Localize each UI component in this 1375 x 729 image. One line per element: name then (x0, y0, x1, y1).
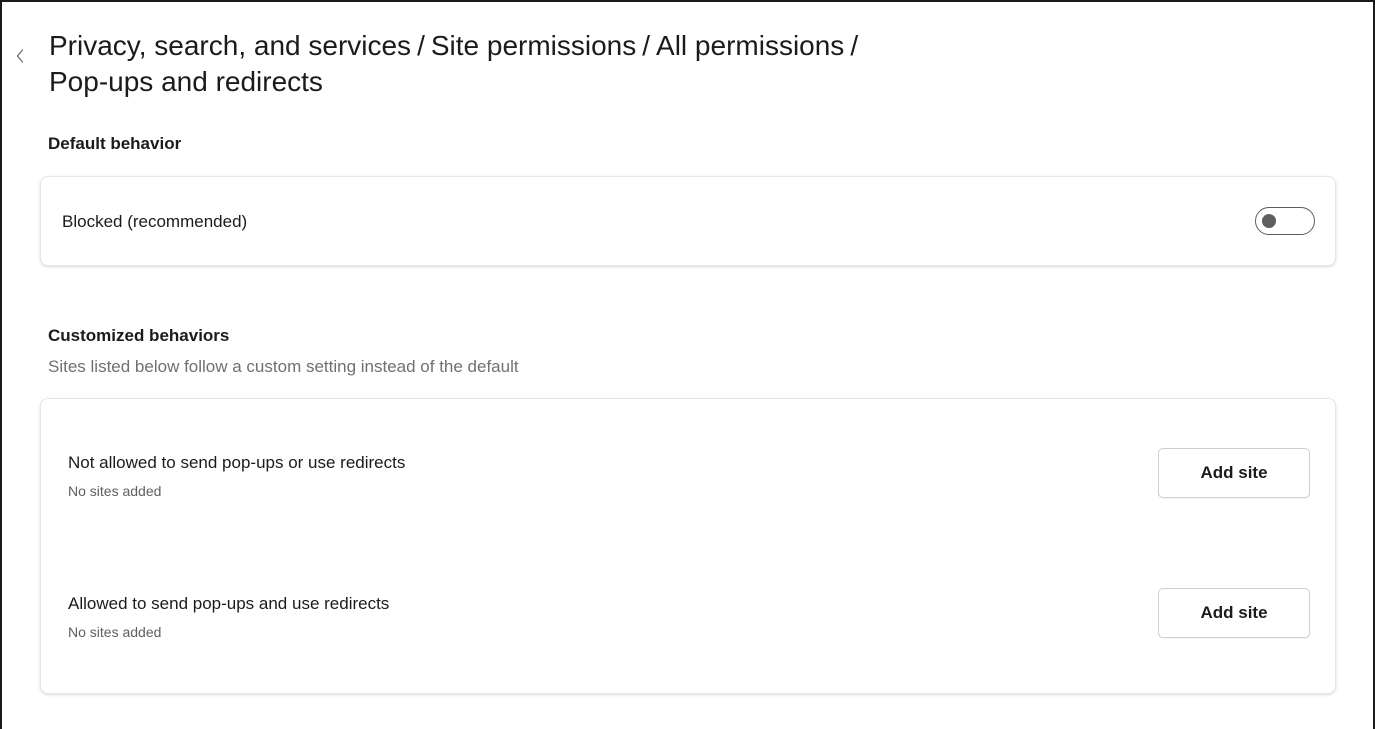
not-allowed-row: Not allowed to send pop-ups or use redir… (41, 453, 1335, 533)
default-behavior-heading: Default behavior (48, 134, 182, 153)
allowed-status: No sites added (68, 624, 162, 640)
page-title: Pop-ups and redirects (49, 66, 323, 97)
breadcrumb-all-permissions[interactable]: All permissions (656, 30, 844, 61)
breadcrumb-separator: / (417, 30, 425, 61)
add-site-not-allowed-button[interactable]: Add site (1158, 448, 1310, 498)
chevron-left-icon (16, 49, 24, 63)
breadcrumb-privacy-search-services[interactable]: Privacy, search, and services (49, 30, 411, 61)
breadcrumb: Privacy, search, and services / Site permi… (49, 28, 1049, 100)
customized-behaviors-description: Sites listed below follow a custom setti… (48, 357, 519, 376)
breadcrumb-site-permissions[interactable]: Site permissions (431, 30, 636, 61)
back-button[interactable] (10, 44, 30, 68)
allowed-row: Allowed to send pop-ups and use redirect… (41, 594, 1335, 674)
breadcrumb-separator: / (850, 30, 859, 61)
breadcrumb-separator: / (642, 30, 651, 61)
blocked-recommended-toggle[interactable] (1255, 207, 1315, 235)
add-site-allowed-button[interactable]: Add site (1158, 588, 1310, 638)
default-behavior-card: Blocked (recommended) (40, 176, 1336, 266)
customized-behaviors-card: Not allowed to send pop-ups or use redir… (40, 398, 1336, 694)
blocked-recommended-label: Blocked (recommended) (62, 212, 248, 231)
not-allowed-status: No sites added (68, 483, 162, 499)
allowed-title: Allowed to send pop-ups and use redirect… (68, 594, 390, 613)
not-allowed-title: Not allowed to send pop-ups or use redir… (68, 453, 406, 472)
customized-behaviors-heading: Customized behaviors (48, 326, 230, 345)
toggle-knob (1262, 214, 1276, 228)
